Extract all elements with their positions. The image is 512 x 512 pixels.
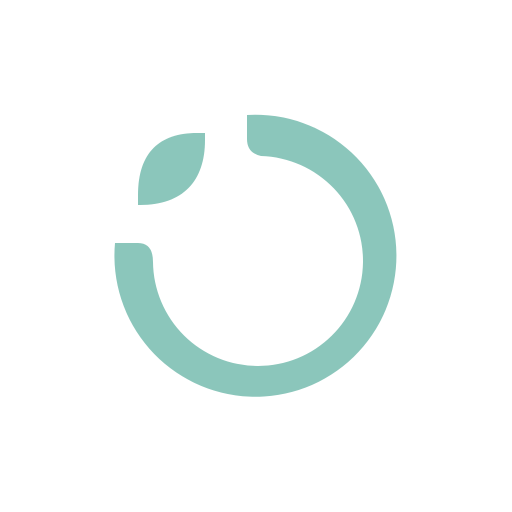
leaf-shape (138, 133, 205, 205)
app-icon-canvas (0, 0, 512, 512)
ring-with-leaf-icon (114, 114, 397, 397)
